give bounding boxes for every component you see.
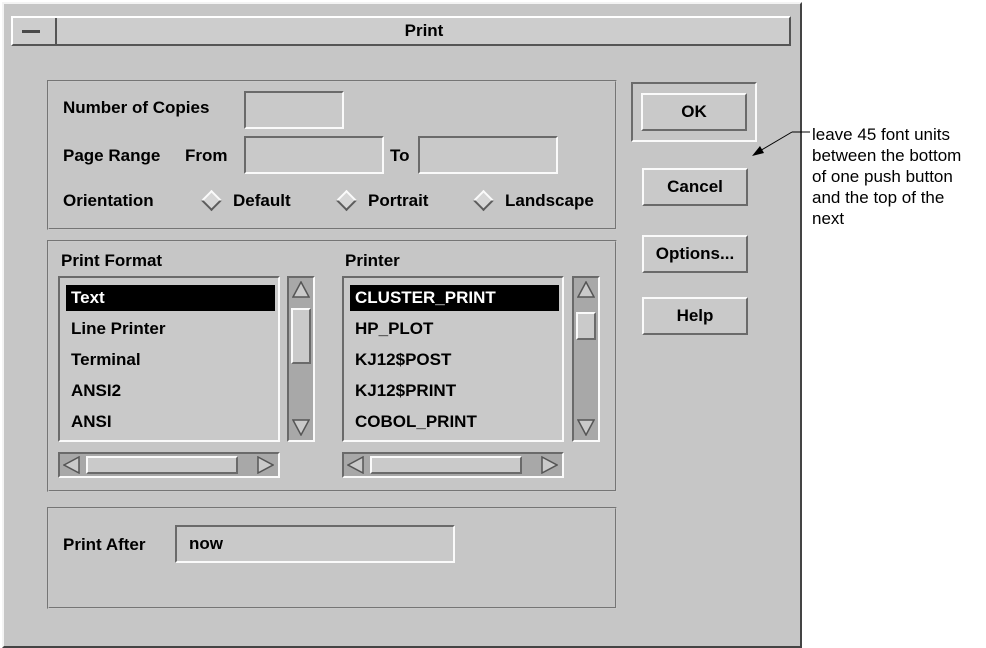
list-item[interactable]: Terminal — [66, 347, 141, 373]
page-range-label: Page Range — [63, 146, 161, 165]
print-format-list[interactable]: Text Line Printer Terminal ANSI2 ANSI — [58, 276, 280, 442]
radio-diamond-icon — [472, 189, 495, 212]
print-after-input[interactable]: now — [175, 525, 455, 563]
copies-label: Number of Copies — [63, 98, 210, 117]
orientation-label: Orientation — [63, 191, 154, 210]
scroll-left-arrow-icon[interactable] — [347, 456, 365, 474]
scroll-thumb[interactable] — [291, 308, 311, 364]
printer-vertical-scrollbar[interactable] — [572, 276, 600, 442]
annotation-line: of one push button — [812, 167, 953, 186]
orientation-landscape-radio[interactable]: Landscape — [471, 185, 613, 217]
annotation-line: leave 45 font units — [812, 125, 950, 144]
scroll-down-arrow-icon[interactable] — [292, 418, 310, 436]
printer-horizontal-scrollbar[interactable] — [342, 452, 564, 478]
orientation-portrait-label: Portrait — [368, 191, 429, 210]
printer-label: Printer — [345, 251, 400, 270]
print-options-frame: Number of Copies Page Range From To Orie… — [47, 80, 617, 230]
list-item[interactable]: ANSI — [66, 409, 112, 435]
page-to-input[interactable] — [418, 136, 558, 174]
radio-diamond-icon — [335, 189, 358, 212]
orientation-default-label: Default — [233, 191, 291, 210]
scroll-thumb[interactable] — [370, 456, 522, 474]
orientation-landscape-label: Landscape — [505, 191, 594, 210]
list-item[interactable]: Text — [66, 285, 275, 311]
lists-frame: Print Format Text Line Printer Terminal … — [47, 240, 617, 492]
scroll-thumb[interactable] — [576, 312, 596, 340]
scroll-up-arrow-icon[interactable] — [292, 281, 310, 299]
list-item[interactable]: KJ12$PRINT — [350, 378, 456, 404]
title-bar[interactable]: Print — [11, 16, 791, 46]
radio-diamond-icon — [200, 189, 223, 212]
print-after-value: now — [189, 534, 223, 553]
orientation-portrait-radio[interactable]: Portrait — [334, 185, 452, 217]
window-title: Print — [404, 21, 444, 40]
list-item[interactable]: KJ12$POST — [350, 347, 451, 373]
scroll-down-arrow-icon[interactable] — [577, 418, 595, 436]
help-button[interactable]: Help — [642, 297, 748, 335]
annotation-leader-arrow — [752, 131, 810, 156]
print-format-vertical-scrollbar[interactable] — [287, 276, 315, 442]
to-label: To — [390, 146, 410, 165]
printer-list[interactable]: CLUSTER_PRINT HP_PLOT KJ12$POST KJ12$PRI… — [342, 276, 564, 442]
list-item[interactable]: ANSI2 — [66, 378, 121, 404]
print-format-horizontal-scrollbar[interactable] — [58, 452, 280, 478]
print-after-frame: Print After now — [47, 507, 617, 609]
ok-button[interactable]: OK — [641, 93, 747, 131]
window-menu-icon — [22, 30, 40, 33]
list-item[interactable]: CLUSTER_PRINT — [350, 285, 559, 311]
annotation-line: next — [812, 209, 845, 228]
from-label: From — [185, 146, 228, 165]
window-menu-button[interactable] — [13, 18, 57, 44]
scroll-right-arrow-icon[interactable] — [256, 456, 274, 474]
print-format-label: Print Format — [61, 251, 163, 270]
annotation-text: leave 45 font units between the bottom o… — [812, 124, 961, 229]
default-button-frame: OK — [631, 82, 757, 142]
annotation-line: between the bottom — [812, 146, 962, 165]
orientation-default-radio[interactable]: Default — [199, 185, 311, 217]
list-item[interactable]: HP_PLOT — [350, 316, 433, 342]
scroll-right-arrow-icon[interactable] — [540, 456, 558, 474]
print-dialog-window: Print Number of Copies Page Range From T… — [2, 2, 802, 648]
scroll-thumb[interactable] — [86, 456, 238, 474]
scroll-up-arrow-icon[interactable] — [577, 281, 595, 299]
scroll-left-arrow-icon[interactable] — [63, 456, 81, 474]
page-from-input[interactable] — [244, 136, 384, 174]
print-after-label: Print After — [63, 535, 146, 554]
cancel-button[interactable]: Cancel — [642, 168, 748, 206]
annotation-line: and the top of the — [812, 188, 945, 207]
list-item[interactable]: COBOL_PRINT — [350, 409, 477, 435]
list-item[interactable]: Line Printer — [66, 316, 165, 342]
copies-input[interactable] — [244, 91, 344, 129]
options-button[interactable]: Options... — [642, 235, 748, 273]
